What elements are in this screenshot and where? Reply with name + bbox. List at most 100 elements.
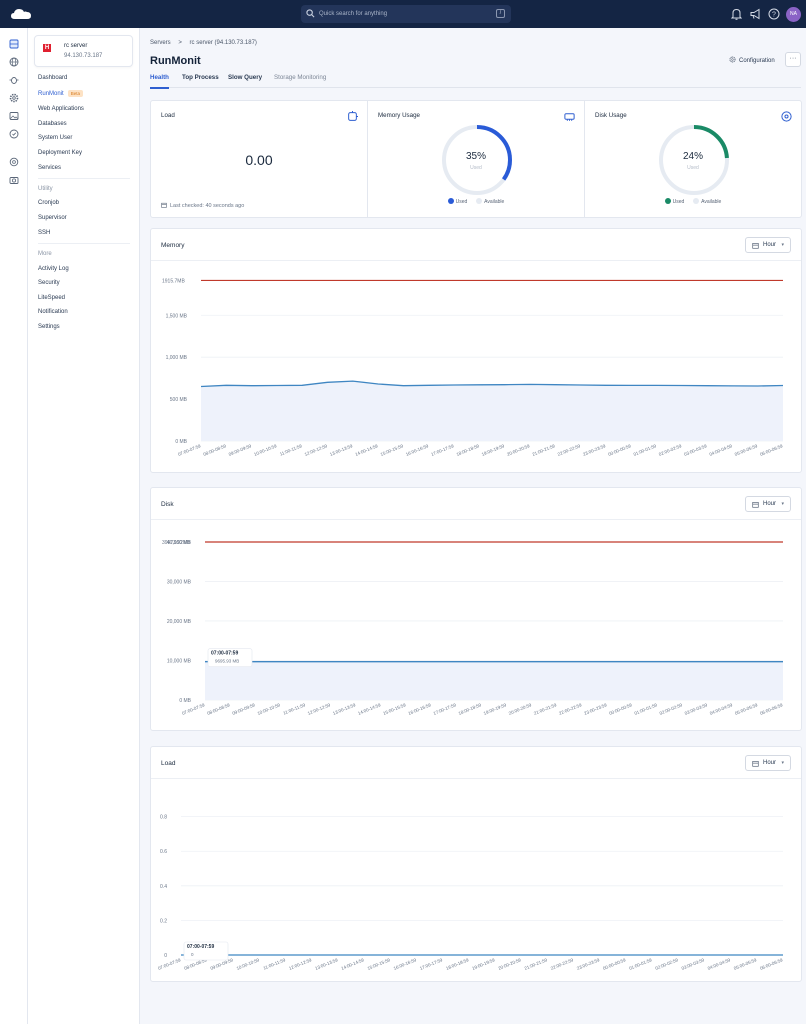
last-checked: Last checked: 40 seconds ago [161,202,244,209]
image-icon[interactable] [9,111,19,121]
sidebar-item-cronjob[interactable]: Cronjob [38,200,59,206]
disk-range-select[interactable]: Hour ▾ [745,496,791,512]
chevron-down-icon: ▾ [781,501,784,507]
sidebar-item-settings[interactable]: Settings [38,324,60,330]
configuration-button[interactable]: Configuration [729,56,775,64]
y-tick-label: 0 MB [179,698,191,704]
memory-usage-title: Memory Usage [378,112,420,119]
tab-bar: Health Top Process Slow Query Storage Mo… [150,72,801,89]
shield-icon[interactable] [9,129,19,139]
x-tick-label: 11:00-11:59 [263,957,287,971]
sidebar-item-litespeed[interactable]: LiteSpeed [38,295,65,301]
x-tick-label: 20:00-20:59 [506,443,531,457]
cpu-icon [348,111,358,121]
server-ip: 94.130.73.187 [64,53,103,59]
x-tick-label: 02:00-02:59 [659,702,684,716]
user-avatar[interactable]: NA [786,7,801,22]
sidebar-item-dashboard[interactable]: Dashboard [38,75,67,81]
sidebar-item-system-user[interactable]: System User [38,135,72,141]
sidebar-item-activity-log[interactable]: Activity Log [38,266,69,272]
y-tick-label: 1,000 MB [166,355,188,361]
y-tick-label: 0.8 [160,815,167,821]
beta-badge: Beta [67,90,83,97]
tab-health[interactable]: Health [150,74,169,89]
sidebar-divider [38,178,130,179]
load-value: 0.00 [245,152,273,168]
disk-chart-card: Disk Hour ▾ 0 MB 10,000 MB 20,000 MB 30,000 … [150,487,802,731]
camera-icon[interactable] [9,175,19,185]
server-card[interactable]: H rc server 94.130.73.187 [34,35,133,67]
y-tick-label: 10,000 MB [167,658,192,664]
sidebar-item-supervisor[interactable]: Supervisor [38,215,67,221]
disk-chart: 0 MB10,000 MB20,000 MB30,000 MB40,000 MB… [162,540,784,716]
x-tick-label: 04:00-04:59 [707,957,732,971]
load-card: Load 0.00 Last checked: 40 seconds ago [150,100,368,218]
tab-slow-query[interactable]: Slow Query [228,74,262,87]
x-tick-label: 21:00-21:59 [524,957,549,971]
bell-icon[interactable] [731,8,742,20]
disk-usage-card: Disk Usage 24% Used Used Available [584,100,802,218]
server-icon[interactable] [9,39,19,49]
more-options-button[interactable]: ··· [785,52,801,67]
search-placeholder: Quick search for anything [319,11,388,17]
x-tick-label: 20:00-20:59 [497,957,522,971]
disk-chart-title: Disk [161,501,174,508]
breadcrumb-current: rc server (94.130.73.187) [189,40,257,46]
x-tick-label: 10:00-10:59 [236,957,261,971]
sidebar-item-web-applications[interactable]: Web Applications [38,106,84,112]
x-tick-label: 00:00-00:59 [607,443,632,457]
sidebar-item-deployment-key[interactable]: Deployment Key [38,150,82,156]
gear-icon[interactable] [9,93,19,103]
last-checked-text: Last checked: 40 seconds ago [170,203,245,209]
legend-used-dot [664,198,671,204]
tab-storage-monitoring[interactable]: Storage Monitoring [274,74,326,87]
memory-usage-percent: 35% [465,151,486,162]
x-tick-label: 07:00-07:59 [181,702,206,716]
page-title: RunMonit [150,55,201,67]
legend-used-dot [447,198,454,204]
bug-icon[interactable] [9,75,19,85]
x-tick-label: 05:00-05:59 [734,702,759,716]
sidebar-item-runmonit[interactable]: RunMonit Beta [38,90,83,97]
range-label: Hour [763,242,777,248]
breadcrumb: Servers > rc server (94.130.73.187) [150,40,257,46]
x-tick-label: 17:00-17:59 [430,443,455,457]
load-range-select[interactable]: Hour ▾ [745,755,791,771]
series-area [205,661,783,700]
sidebar-item-databases[interactable]: Databases [38,121,67,127]
help-icon[interactable]: ? [768,8,780,20]
breadcrumb-servers-link[interactable]: Servers [150,40,171,46]
x-tick-label: 13:00-13:59 [314,957,339,971]
sidebar-item-security[interactable]: Security [38,280,60,286]
settings-icon[interactable] [9,157,19,167]
sidebar-item-services[interactable]: Services [38,165,61,171]
calendar-icon [752,761,759,767]
y-tick-label: 1,500 MB [166,313,188,319]
x-tick-label: 11:00-11:59 [282,702,306,716]
x-tick-label: 19:00-19:59 [471,957,496,971]
sidebar-item-notification[interactable]: Notification [38,309,68,315]
memory-chart-title: Memory [161,242,185,249]
memory-range-select[interactable]: Hour ▾ [745,237,791,253]
x-tick-label: 06:00-06:59 [759,702,784,716]
x-tick-label: 21:00-21:59 [533,702,558,716]
x-tick-label: 14:00-14:59 [340,957,365,971]
x-tick-label: 08:00-08:59 [206,702,231,716]
y-tick-label: 0.4 [160,884,167,890]
x-tick-label: 10:00-10:59 [253,443,278,457]
memory-icon [564,113,575,121]
chart-divider [151,519,801,520]
svg-text:?: ? [772,12,776,19]
megaphone-icon[interactable] [750,8,762,20]
tab-top-process[interactable]: Top Process [182,74,219,87]
sidebar-item-ssh[interactable]: SSH [38,230,50,236]
x-tick-label: 00:00-00:59 [608,702,633,716]
cloud-logo-icon[interactable] [10,7,32,21]
x-tick-label: 16:00-16:59 [407,702,432,716]
x-tick-label: 15:00-15:59 [367,957,392,971]
load-chart-card: Load Hour ▾ 0 0.2 0.4 0.6 0.8 07:00-07:59 08:00… [150,746,802,982]
search-input[interactable]: Quick search for anything / [301,5,511,23]
search-shortcut-key: / [496,9,505,18]
globe-icon[interactable] [9,57,19,67]
y-tick-label: 0 [164,953,167,959]
